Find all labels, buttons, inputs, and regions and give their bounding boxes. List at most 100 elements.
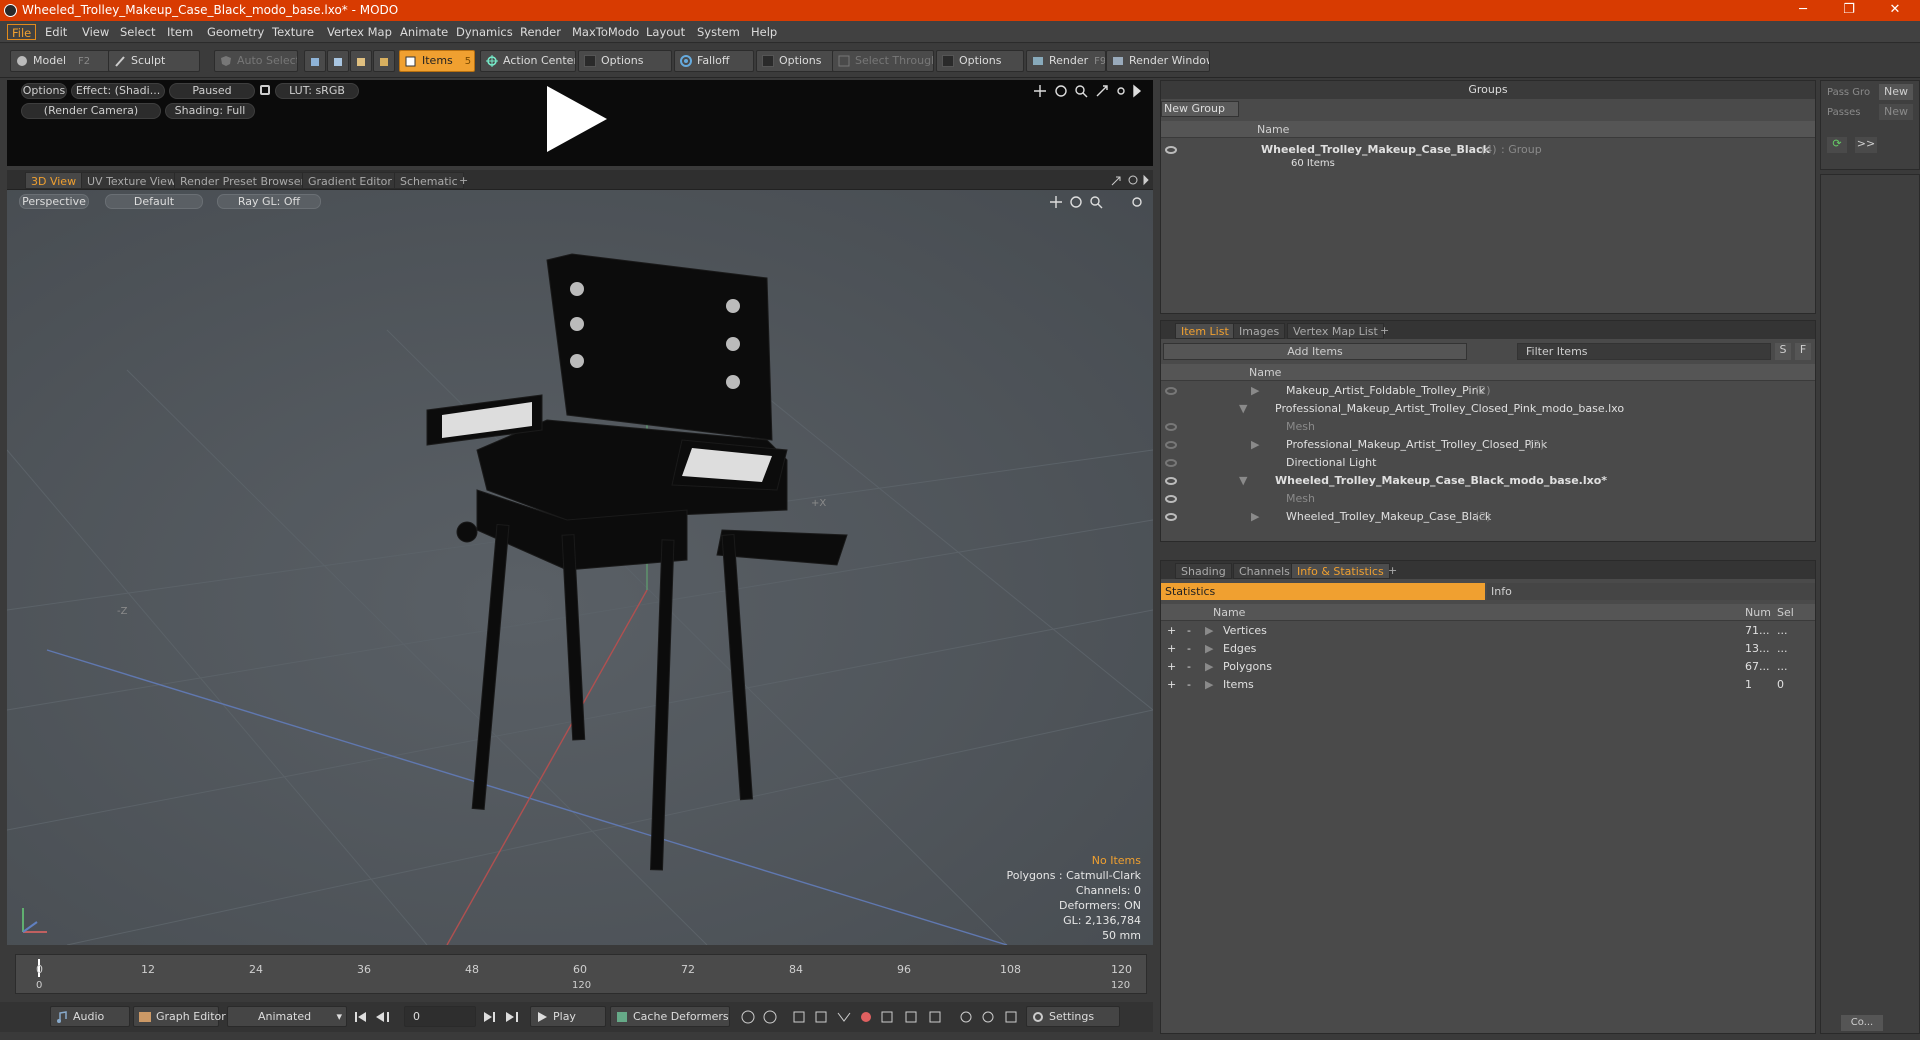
select-edges-button[interactable]: [327, 50, 349, 72]
add-tab-button[interactable]: +: [454, 172, 473, 189]
play-render-icon[interactable]: [547, 86, 607, 152]
visibility-eye-icon[interactable]: [1165, 387, 1177, 395]
stat-row[interactable]: + - ▶ Polygons 67... ...: [1161, 658, 1815, 676]
play-button[interactable]: Play: [530, 1006, 606, 1027]
menu-maxtomodo[interactable]: MaxToModo: [568, 24, 643, 40]
plus-icon[interactable]: +: [1167, 676, 1176, 694]
visibility-eye-icon[interactable]: [1165, 423, 1177, 431]
filter-items-input[interactable]: Filter Items: [1517, 343, 1771, 360]
item-row[interactable]: ▼ Professional_Makeup_Artist_Trolley_Clo…: [1161, 400, 1815, 418]
plus-icon[interactable]: +: [1167, 640, 1176, 658]
plus-icon[interactable]: +: [1167, 658, 1176, 676]
menu-dynamics[interactable]: Dynamics: [452, 24, 517, 40]
tab-vertex-map-list[interactable]: Vertex Map List: [1287, 323, 1384, 339]
animated-dropdown[interactable]: Animated ▾: [227, 1006, 347, 1027]
timeline-track[interactable]: 0 12 24 36 48 60 72 84 96 108 120 0 120 …: [15, 954, 1147, 994]
menu-item[interactable]: Item: [163, 24, 197, 40]
menu-help[interactable]: Help: [747, 24, 781, 40]
action-center-button[interactable]: Action Center: [480, 50, 576, 72]
add-items-dropdown[interactable]: Add Items: [1163, 343, 1467, 360]
statistics-tab[interactable]: Statistics: [1161, 583, 1485, 600]
3d-viewport[interactable]: Perspective Default Ray GL: Off -Z +X No…: [7, 190, 1153, 945]
collapse-arrow-icon[interactable]: ▼: [1239, 400, 1247, 418]
settings-button[interactable]: Settings: [1026, 1006, 1120, 1027]
menu-select[interactable]: Select: [116, 24, 159, 40]
visibility-eye-icon[interactable]: [1165, 495, 1177, 503]
stat-row[interactable]: + - ▶ Items 1 0: [1161, 676, 1815, 694]
auto-select-button[interactable]: Auto Select: [214, 50, 298, 72]
s-filter-button[interactable]: S: [1775, 343, 1791, 360]
visibility-eye-icon[interactable]: [1165, 459, 1177, 467]
menu-vertex-map[interactable]: Vertex Map: [323, 24, 396, 40]
action-center-options-button[interactable]: Options: [578, 50, 672, 72]
new-pass-group-button[interactable]: New: [1879, 84, 1913, 100]
cache-deformers-button[interactable]: Cache Deformers: [610, 1006, 730, 1027]
add-tab-button[interactable]: +: [1383, 563, 1402, 579]
item-row[interactable]: Mesh: [1161, 490, 1815, 508]
info-tab[interactable]: Info: [1487, 583, 1815, 600]
lut-dropdown[interactable]: LUT: sRGB: [275, 83, 359, 99]
tab-shading[interactable]: Shading: [1175, 563, 1232, 579]
animation-tool-icons[interactable]: [740, 1009, 1020, 1025]
effect-dropdown[interactable]: Effect: (Shadi...: [71, 83, 165, 99]
render-window-button[interactable]: Render Window: [1106, 50, 1210, 72]
menu-file[interactable]: File: [7, 24, 37, 40]
skip-forward-icons[interactable]: [480, 1010, 524, 1024]
menu-geometry[interactable]: Geometry: [203, 24, 268, 40]
item-row[interactable]: ▼ Wheeled_Trolley_Makeup_Case_Black_modo…: [1161, 472, 1815, 490]
item-row[interactable]: Directional Light: [1161, 454, 1815, 472]
item-row[interactable]: Mesh: [1161, 418, 1815, 436]
expand-arrow-icon[interactable]: ▶: [1251, 382, 1259, 400]
add-tab-button[interactable]: +: [1375, 323, 1394, 339]
paused-button[interactable]: Paused: [169, 83, 255, 99]
audio-button[interactable]: Audio: [50, 1006, 130, 1027]
expand-arrow-icon[interactable]: ▶: [1205, 658, 1213, 676]
tab-render-preset-browser[interactable]: Render Preset Browser: [174, 172, 312, 189]
perspective-dropdown[interactable]: Perspective: [19, 194, 89, 209]
skip-back-icons[interactable]: [354, 1010, 394, 1024]
menu-layout[interactable]: Layout: [642, 24, 689, 40]
menu-render[interactable]: Render: [516, 24, 565, 40]
menu-animate[interactable]: Animate: [396, 24, 452, 40]
render-button[interactable]: Render F9: [1026, 50, 1106, 72]
close-button[interactable]: ✕: [1872, 0, 1918, 21]
stat-row[interactable]: + - ▶ Vertices 71... ...: [1161, 622, 1815, 640]
minimize-button[interactable]: ─: [1780, 0, 1826, 21]
falloff-options-button[interactable]: Options: [756, 50, 836, 72]
item-row[interactable]: ▶ Makeup_Artist_Foldable_Trolley_Pink (2…: [1161, 382, 1815, 400]
plus-icon[interactable]: +: [1167, 622, 1176, 640]
expand-arrow-icon[interactable]: ▶: [1251, 436, 1259, 454]
raygl-dropdown[interactable]: Ray GL: Off: [217, 194, 321, 209]
falloff-button[interactable]: Falloff: [674, 50, 754, 72]
tab-uv-texture-view[interactable]: UV Texture View: [81, 172, 182, 189]
expand-arrow-icon[interactable]: ▶: [1205, 676, 1213, 694]
expand-arrow-icon[interactable]: ▶: [1251, 508, 1259, 526]
timeline[interactable]: 0 12 24 36 48 60 72 84 96 108 120 0 120 …: [7, 950, 1153, 996]
expand-button[interactable]: >>: [1855, 137, 1877, 153]
select-through-options-button[interactable]: Options: [936, 50, 1024, 72]
command-input[interactable]: Co...: [1841, 1015, 1883, 1031]
menu-edit[interactable]: Edit: [41, 24, 71, 40]
render-camera-dropdown[interactable]: (Render Camera): [21, 103, 161, 119]
tab-gradient-editor[interactable]: Gradient Editor: [302, 172, 398, 189]
select-materials-button[interactable]: [373, 50, 395, 72]
visibility-eye-icon[interactable]: [1165, 477, 1177, 485]
item-row[interactable]: ▶ Professional_Makeup_Artist_Trolley_Clo…: [1161, 436, 1815, 454]
frame-input[interactable]: 0: [404, 1006, 476, 1027]
expand-arrow-icon[interactable]: ▶: [1205, 622, 1213, 640]
menu-texture[interactable]: Texture: [268, 24, 318, 40]
minus-icon[interactable]: -: [1187, 676, 1191, 694]
select-vertices-button[interactable]: [304, 50, 326, 72]
preview-options-button[interactable]: Options: [21, 83, 67, 99]
graph-editor-button[interactable]: Graph Editor: [133, 1006, 226, 1027]
lock-icon[interactable]: [260, 85, 270, 95]
menu-system[interactable]: System: [693, 24, 744, 40]
tab-info-statistics[interactable]: Info & Statistics: [1291, 563, 1390, 579]
tab-item-list[interactable]: Item List: [1175, 323, 1235, 339]
sculpt-mode-button[interactable]: Sculpt: [108, 50, 200, 72]
new-pass-button[interactable]: New: [1879, 104, 1913, 120]
refresh-icon[interactable]: ⟳: [1827, 137, 1847, 153]
tab-images[interactable]: Images: [1233, 323, 1286, 339]
tab-3d-view[interactable]: 3D View: [25, 172, 83, 189]
menu-view[interactable]: View: [78, 24, 113, 40]
